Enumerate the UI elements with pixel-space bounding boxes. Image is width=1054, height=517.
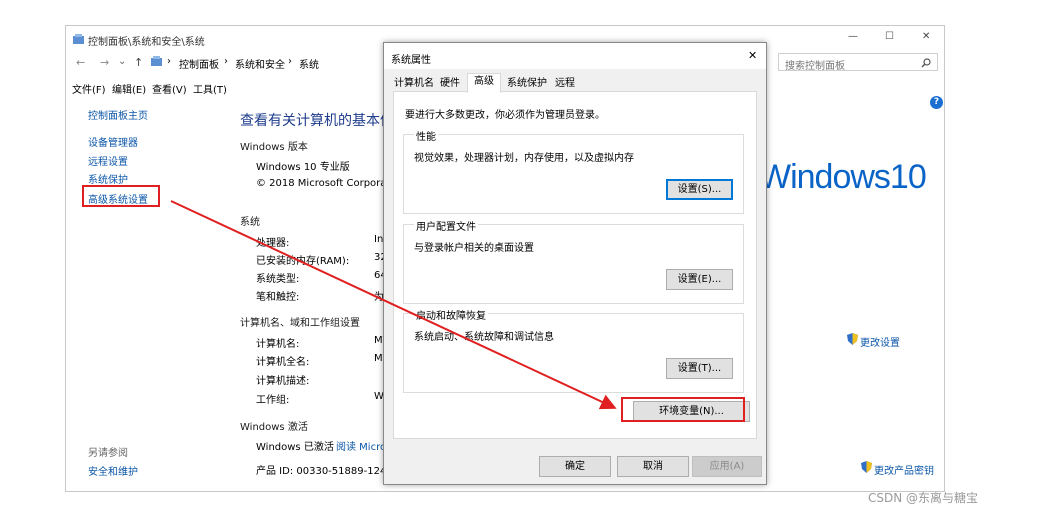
annotation-arrow: [170, 200, 617, 410]
tab-advanced[interactable]: 高级: [467, 73, 501, 93]
watermark-text: CSDN @东离与糖宝: [868, 491, 979, 505]
